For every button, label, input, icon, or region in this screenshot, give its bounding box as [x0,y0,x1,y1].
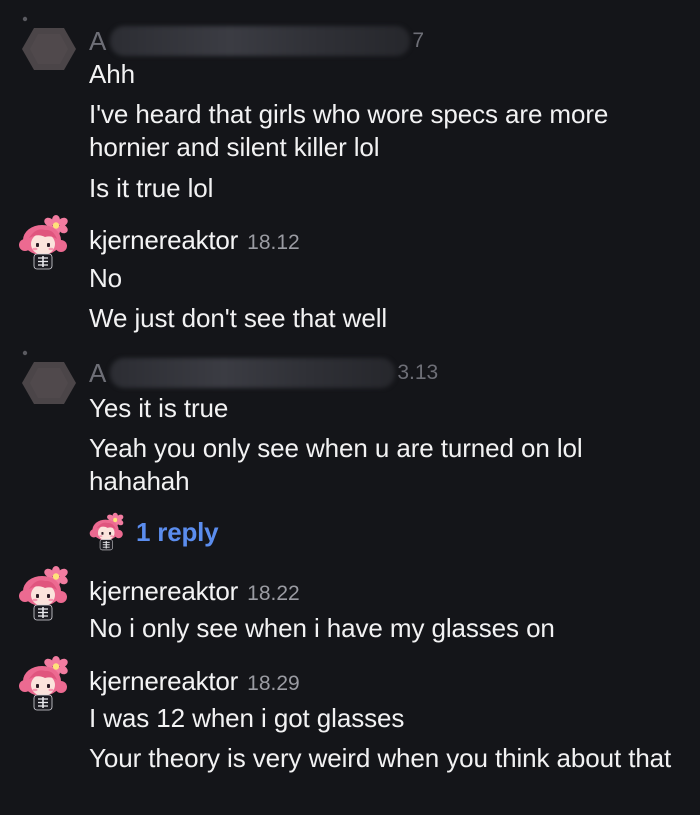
message-line: We just don't see that well [89,303,388,333]
timestamp-fragment: 3.13 [397,361,439,384]
message-line: No [89,263,123,293]
view-replies-link[interactable]: 1 reply [89,510,219,554]
avatar[interactable] [18,16,76,74]
anime-avatar-icon [18,655,71,711]
comment-header: kjernereaktor 18.12 [89,225,300,257]
message-line: No i only see when i have my glasses on [89,613,555,643]
author-name[interactable]: kjernereaktor [89,576,238,607]
redacted-avatar-icon [22,16,76,70]
anime-avatar-icon [18,565,71,621]
redaction-blur [110,358,396,388]
comment-header: kjernereaktor 18.29 [89,666,300,698]
avatar[interactable] [18,655,76,713]
author-name[interactable]: kjernereaktor [89,666,238,697]
message-line: Is it true lol [89,173,214,203]
author-name[interactable]: kjernereaktor [89,225,238,256]
message-line: Yeah you only see when u are turned on l… [89,433,583,496]
avatar[interactable] [18,350,76,408]
message-line: I've heard that girls who wore specs are… [89,99,609,162]
message-line: Your theory is very weird when you think… [89,743,672,773]
author-initial: A [89,25,107,56]
redacted-author-header: A 3.13 [89,356,438,390]
anime-avatar-icon [18,214,71,270]
comment-header: kjernereaktor 18.22 [89,576,300,608]
redaction-blur [110,26,411,56]
redacted-author-header: A 7 [89,24,424,58]
message-line: Yes it is true [89,393,229,423]
author-initial: A [89,357,107,388]
timestamp-fragment: 7 [412,29,425,52]
avatar[interactable] [18,565,76,623]
timestamp: 18.12 [247,231,300,254]
comment-thread: A 7 Ahh I've heard that girls who wore s… [0,0,700,815]
anime-avatar-icon [89,512,125,551]
redacted-avatar-icon [22,350,76,404]
reply-count-label[interactable]: 1 reply [136,517,219,548]
message-line: Ahh [89,59,135,89]
timestamp: 18.22 [247,582,300,605]
message-line: I was 12 when i got glasses [89,703,405,733]
timestamp: 18.29 [247,672,300,695]
avatar[interactable] [18,214,76,272]
